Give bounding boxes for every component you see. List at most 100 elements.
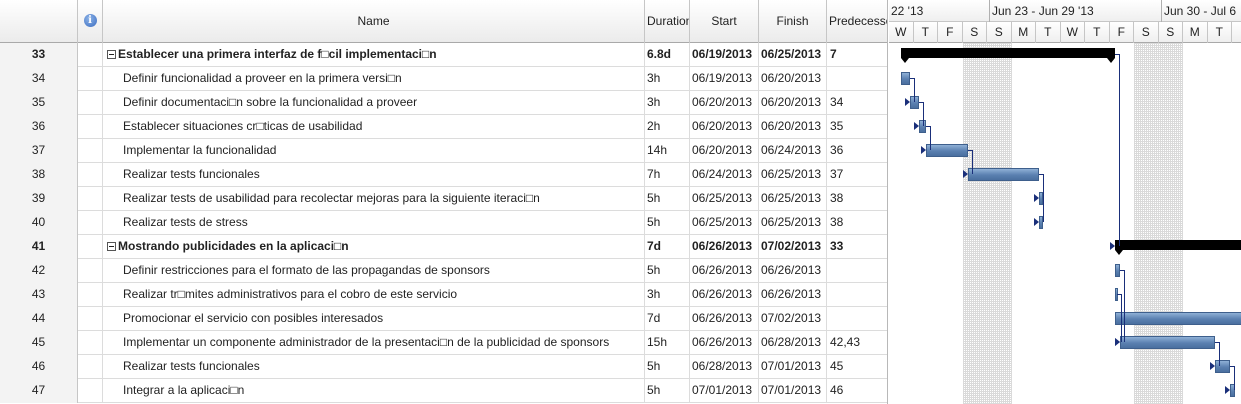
task-start[interactable]: 06/20/2013 (690, 115, 759, 139)
column-header-duration[interactable]: Duration (645, 0, 690, 43)
task-finish[interactable]: 06/20/2013 (759, 67, 827, 91)
task-predecessors[interactable]: 45 (827, 355, 887, 379)
row-id[interactable]: 39 (0, 187, 78, 211)
task-bar[interactable] (1115, 312, 1241, 325)
task-finish[interactable]: 06/26/2013 (759, 283, 827, 307)
task-predecessors[interactable]: 46 (827, 379, 887, 403)
task-bar[interactable] (925, 144, 969, 157)
task-duration[interactable]: 15h (645, 331, 690, 355)
task-start[interactable]: 06/24/2013 (690, 163, 759, 187)
task-row[interactable]: 35 Definir documentaci□n sobre la funcion… (0, 91, 887, 115)
task-start[interactable]: 06/20/2013 (690, 139, 759, 163)
task-row[interactable]: 37 Implementar la funcionalidad 14h 06/20/2… (0, 139, 887, 163)
task-finish[interactable]: 06/25/2013 (759, 211, 827, 235)
task-start[interactable]: 06/26/2013 (690, 307, 759, 331)
task-row[interactable]: 36 Establecer situaciones cr□ticas de usa… (0, 115, 887, 139)
task-name-cell[interactable]: Realizar tr□mites administrativos para e… (103, 283, 645, 307)
task-predecessors[interactable]: 37 (827, 163, 887, 187)
task-duration[interactable]: 3h (645, 67, 690, 91)
task-row[interactable]: 44 Promocionar el servicio con posibles i… (0, 307, 887, 331)
task-finish[interactable]: 06/26/2013 (759, 259, 827, 283)
task-start[interactable]: 06/28/2013 (690, 355, 759, 379)
task-predecessors[interactable] (827, 307, 887, 331)
task-start[interactable]: 06/19/2013 (690, 67, 759, 91)
task-row[interactable]: 43 Realizar tr□mites administrativos para… (0, 283, 887, 307)
row-id[interactable]: 33 (0, 43, 78, 67)
task-finish[interactable]: 07/01/2013 (759, 355, 827, 379)
task-name-cell[interactable]: Promocionar el servicio con posibles int… (103, 307, 645, 331)
task-name-cell[interactable]: Implementar la funcionalidad (103, 139, 645, 163)
task-row[interactable]: 38 Realizar tests funcionales 7h 06/24/2013… (0, 163, 887, 187)
task-duration[interactable]: 5h (645, 379, 690, 403)
task-finish[interactable]: 06/25/2013 (759, 187, 827, 211)
row-id[interactable]: 40 (0, 211, 78, 235)
task-finish[interactable]: 07/02/2013 (759, 307, 827, 331)
task-duration[interactable]: 5h (645, 187, 690, 211)
task-start[interactable]: 06/20/2013 (690, 91, 759, 115)
task-bar[interactable] (1119, 336, 1215, 349)
task-duration[interactable]: 5h (645, 211, 690, 235)
task-predecessors[interactable]: 36 (827, 139, 887, 163)
task-name-cell[interactable]: Realizar tests funcionales (103, 163, 645, 187)
task-bar[interactable] (901, 72, 911, 85)
task-row[interactable]: 34 Definir funcionalidad a proveer en la … (0, 67, 887, 91)
task-predecessors[interactable] (827, 259, 887, 283)
task-row[interactable]: 47 Integrar a la aplicaci□n 5h 07/01/2013 07… (0, 379, 887, 403)
task-name-cell[interactable]: Definir restricciones para el formato de… (103, 259, 645, 283)
task-row[interactable]: 46 Realizar tests funcionales 5h 06/28/2013… (0, 355, 887, 379)
summary-task-row[interactable]: 33 Establecer una primera interfaz de f□c… (0, 43, 887, 67)
task-finish[interactable]: 07/02/2013 (759, 235, 827, 259)
column-header-id[interactable] (0, 0, 78, 43)
task-start[interactable]: 06/26/2013 (690, 331, 759, 355)
task-duration[interactable]: 14h (645, 139, 690, 163)
row-id[interactable]: 46 (0, 355, 78, 379)
task-duration[interactable]: 3h (645, 91, 690, 115)
gantt-chart[interactable]: 22 '13 Jun 23 - Jun 29 '13 Jun 30 - Jul … (889, 0, 1241, 404)
column-header-finish[interactable]: Finish (759, 0, 827, 43)
task-start[interactable]: 06/19/2013 (690, 43, 759, 67)
collapse-toggle[interactable] (107, 242, 116, 251)
task-name-cell[interactable]: Realizar tests funcionales (103, 355, 645, 379)
task-row[interactable]: 42 Definir restricciones para el formato … (0, 259, 887, 283)
task-duration[interactable]: 3h (645, 283, 690, 307)
task-start[interactable]: 06/25/2013 (690, 211, 759, 235)
row-id[interactable]: 35 (0, 91, 78, 115)
task-bar[interactable] (1214, 360, 1231, 373)
summary-bar[interactable] (1115, 240, 1241, 255)
row-id[interactable]: 36 (0, 115, 78, 139)
task-row[interactable]: 45 Implementar un componente administrado… (0, 331, 887, 355)
task-name-cell[interactable]: Definir funcionalidad a proveer en la pr… (103, 67, 645, 91)
task-finish[interactable]: 06/25/2013 (759, 43, 827, 67)
task-predecessors[interactable]: 38 (827, 187, 887, 211)
task-predecessors[interactable]: 35 (827, 115, 887, 139)
column-header-name[interactable]: Name (103, 0, 645, 43)
task-finish[interactable]: 06/24/2013 (759, 139, 827, 163)
task-name-cell[interactable]: Integrar a la aplicaci□n (103, 379, 645, 403)
task-name-cell[interactable]: Establecer una primera interfaz de f□cil… (103, 43, 645, 67)
task-duration[interactable]: 6.8d (645, 43, 690, 67)
task-finish[interactable]: 06/20/2013 (759, 91, 827, 115)
task-predecessors[interactable]: 7 (827, 43, 887, 67)
task-duration[interactable]: 7h (645, 163, 690, 187)
task-row[interactable]: 39 Realizar tests de usabilidad para reco… (0, 187, 887, 211)
task-start[interactable]: 06/26/2013 (690, 283, 759, 307)
task-finish[interactable]: 06/25/2013 (759, 163, 827, 187)
task-start[interactable]: 06/26/2013 (690, 235, 759, 259)
summary-bar[interactable] (901, 48, 1116, 63)
row-id[interactable]: 47 (0, 379, 78, 403)
task-finish[interactable]: 06/20/2013 (759, 115, 827, 139)
task-finish[interactable]: 07/01/2013 (759, 379, 827, 403)
task-predecessors[interactable]: 34 (827, 91, 887, 115)
task-start[interactable]: 06/25/2013 (690, 187, 759, 211)
task-name-cell[interactable]: Establecer situaciones cr□ticas de usabi… (103, 115, 645, 139)
task-duration[interactable]: 2h (645, 115, 690, 139)
task-predecessors[interactable]: 42,43 (827, 331, 887, 355)
row-id[interactable]: 42 (0, 259, 78, 283)
task-name-cell[interactable]: Implementar un componente administrador … (103, 331, 645, 355)
task-duration[interactable]: 7d (645, 307, 690, 331)
column-header-start[interactable]: Start (690, 0, 759, 43)
column-header-predecessors[interactable]: Predecessors (827, 0, 887, 43)
task-name-cell[interactable]: Realizar tests de stress (103, 211, 645, 235)
column-header-indicators[interactable]: i (78, 0, 103, 43)
row-id[interactable]: 43 (0, 283, 78, 307)
